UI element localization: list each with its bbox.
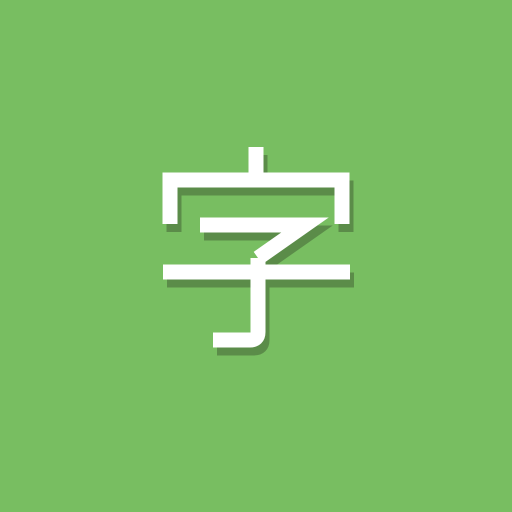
character-glyph-icon [0,0,512,512]
icon-background [0,0,512,512]
app-icon-tile[interactable] [0,0,512,512]
